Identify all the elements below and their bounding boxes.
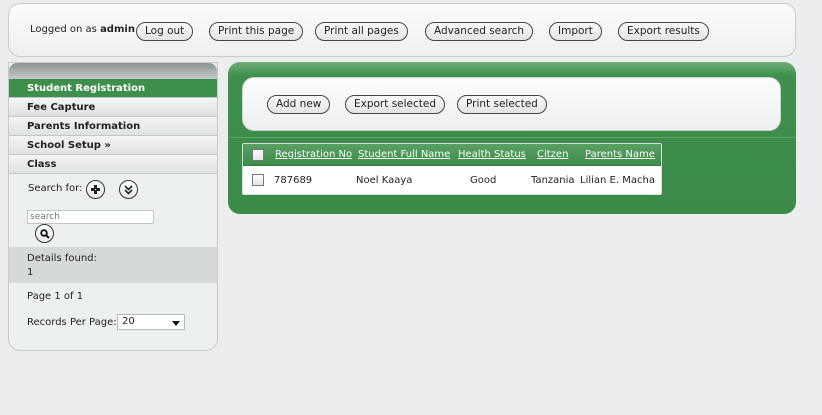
row-checkbox[interactable] xyxy=(252,174,264,186)
print-all-button[interactable]: Print all pages xyxy=(315,22,408,41)
double-chevron-down-icon xyxy=(124,184,133,195)
add-new-button[interactable]: Add new xyxy=(267,95,331,114)
export-results-button[interactable]: Export results xyxy=(618,22,709,41)
column-health-status[interactable]: Health Status xyxy=(458,149,526,160)
column-parents-name[interactable]: Parents Name xyxy=(585,149,655,160)
login-username: admin xyxy=(100,24,135,35)
column-student-full-name[interactable]: Student Full Name xyxy=(358,149,450,160)
column-registration-no[interactable]: Registration No xyxy=(275,149,352,160)
details-found: Details found: 1 xyxy=(9,247,217,283)
print-selected-button[interactable]: Print selected xyxy=(457,95,547,114)
cell-registration-no: 787689 xyxy=(274,175,313,186)
top-toolbar: Logged on as admin Log out Print this pa… xyxy=(8,3,796,57)
sidebar-item-school-setup[interactable]: School Setup » xyxy=(9,136,217,155)
cell-student-full-name: Noel Kaaya xyxy=(356,175,413,186)
action-bar: Add new Export selected Print selected xyxy=(242,77,781,131)
cell-parents-name: Lilian E. Macha xyxy=(580,175,655,186)
search-button[interactable] xyxy=(35,224,54,243)
search-label: Search for: xyxy=(28,183,83,194)
records-per-page-select[interactable]: 20 xyxy=(117,314,185,330)
plus-circle-icon xyxy=(91,185,100,194)
magnifier-icon xyxy=(39,228,50,239)
sidebar: Student Registration Fee Capture Parents… xyxy=(8,62,218,351)
details-label: Details found: xyxy=(27,253,97,264)
records-per-page-value: 20 xyxy=(122,316,135,327)
import-button[interactable]: Import xyxy=(549,22,602,41)
table-row[interactable]: 787689 Noel Kaaya Good Tanzania Lilian E… xyxy=(243,166,661,195)
cell-health-status: Good xyxy=(470,175,497,186)
cell-citzen: Tanzania xyxy=(531,175,575,186)
records-per-page-label: Records Per Page: xyxy=(27,317,117,328)
sidebar-item-fee-capture[interactable]: Fee Capture xyxy=(9,98,217,117)
details-count: 1 xyxy=(27,267,34,278)
main-panel: Add new Export selected Print selected R… xyxy=(228,62,796,214)
print-page-button[interactable]: Print this page xyxy=(209,22,304,41)
sidebar-item-student-registration[interactable]: Student Registration xyxy=(9,79,217,98)
column-citzen[interactable]: Citzen xyxy=(537,149,568,160)
sidebar-item-class[interactable]: Class xyxy=(9,155,217,174)
sidebar-header xyxy=(9,63,217,79)
dropdown-arrow-icon xyxy=(172,321,180,326)
export-selected-button[interactable]: Export selected xyxy=(345,95,446,114)
sidebar-item-parents-information[interactable]: Parents Information xyxy=(9,117,217,136)
login-prefix: Logged on as xyxy=(30,24,97,35)
results-table: Registration No Student Full Name Health… xyxy=(242,143,662,195)
add-filter-button[interactable] xyxy=(86,180,105,199)
table-header: Registration No Student Full Name Health… xyxy=(243,144,661,166)
login-status: Logged on as admin xyxy=(30,24,135,35)
expand-search-button[interactable] xyxy=(119,180,138,199)
logout-button[interactable]: Log out xyxy=(136,22,194,41)
search-input[interactable] xyxy=(27,210,154,224)
select-all-checkbox[interactable] xyxy=(252,149,264,161)
divider xyxy=(228,137,796,138)
advanced-search-button[interactable]: Advanced search xyxy=(425,22,534,41)
page-info: Page 1 of 1 xyxy=(27,291,84,302)
